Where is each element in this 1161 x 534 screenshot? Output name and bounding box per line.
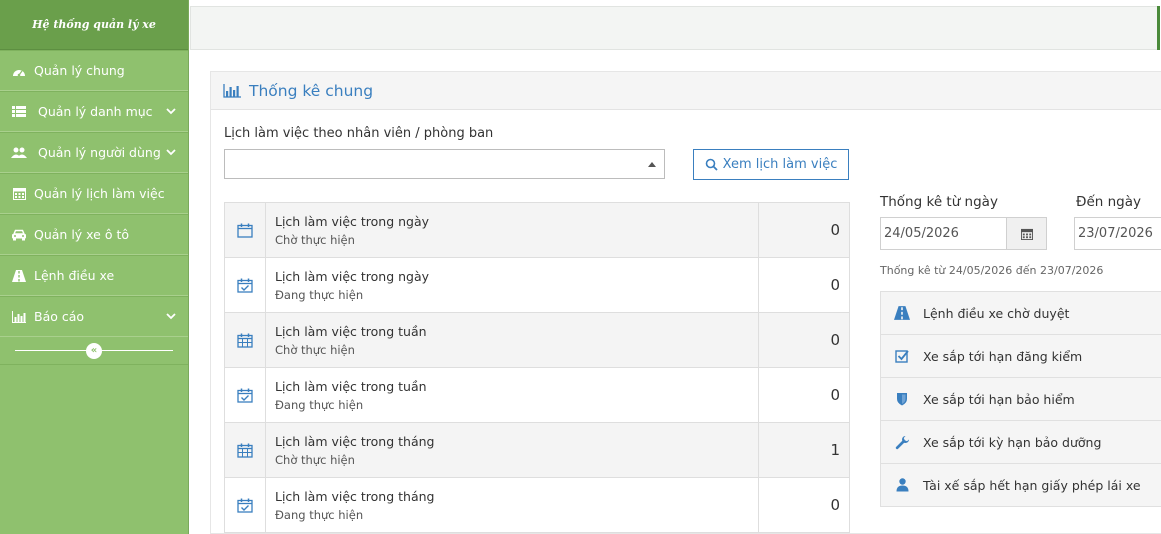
schedule-count: 0 — [830, 331, 840, 349]
schedule-count: 0 — [830, 496, 840, 514]
calendar-grid-icon — [237, 333, 253, 348]
stats-list: Lệnh điều xe chờ duyệt Xe sắp tới hạn đă… — [880, 291, 1161, 507]
schedule-title: Lịch làm việc trong tuần — [275, 378, 427, 394]
nav-item-general[interactable]: Quản lý chung — [0, 50, 188, 91]
bar-chart-icon — [10, 310, 28, 324]
schedule-title: Lịch làm việc trong ngày — [275, 268, 430, 284]
list-item[interactable]: Xe sắp tới hạn bảo hiểm — [881, 378, 1161, 421]
bar-chart-icon — [223, 83, 241, 98]
schedule-status: Chờ thực hiện — [275, 342, 355, 357]
panel-title: Thống kê chung — [249, 81, 374, 100]
app-root: Hệ thống quản lý xe Quản lý chung Quản l… — [0, 0, 1161, 534]
table-row[interactable]: Lịch làm việc trong ngày Đang thực hiện 0 — [225, 258, 849, 313]
calendar-grid-icon — [237, 443, 253, 458]
calendar-icon — [1020, 228, 1033, 240]
panel-header: Thống kê chung — [211, 72, 1161, 110]
top-bar — [190, 6, 1158, 50]
stat-label: Lệnh điều xe chờ duyệt — [923, 305, 1070, 321]
schedule-table: Lịch làm việc trong ngày Chờ thực hiện 0 … — [224, 202, 850, 533]
to-date-input[interactable]: 23/07/2026 — [1074, 217, 1161, 250]
car-icon — [10, 228, 28, 242]
sidebar: Hệ thống quản lý xe Quản lý chung Quản l… — [0, 0, 189, 534]
calendar-check-icon — [237, 388, 253, 403]
shield-icon — [897, 393, 907, 406]
from-date-input[interactable]: 24/05/2026 — [880, 217, 1007, 250]
chevron-down-icon — [166, 108, 176, 115]
schedule-title: Lịch làm việc trong tháng — [275, 433, 435, 449]
table-row[interactable]: Lịch làm việc trong tuần Đang thực hiện 0 — [225, 368, 849, 423]
road-icon — [894, 306, 910, 320]
schedule-status: Đang thực hiện — [275, 397, 364, 412]
list-item[interactable]: Xe sắp tới kỳ hạn bảo dưỡng — [881, 421, 1161, 464]
list-icon — [10, 105, 28, 119]
schedule-status: Chờ thực hiện — [275, 452, 355, 467]
user-icon — [896, 478, 908, 492]
calendar-check-icon — [237, 498, 253, 513]
stat-label: Xe sắp tới kỳ hạn bảo dưỡng — [923, 434, 1102, 450]
stat-label: Xe sắp tới hạn bảo hiểm — [923, 391, 1075, 407]
table-row[interactable]: Lịch làm việc trong tháng Chờ thực hiện 1 — [225, 423, 849, 478]
employee-department-select[interactable] — [224, 149, 665, 179]
nav-item-schedule[interactable]: Quản lý lịch làm việc — [0, 173, 188, 214]
view-schedule-label: Xem lịch làm việc — [722, 157, 838, 172]
schedule-status: Chờ thực hiện — [275, 232, 355, 247]
schedule-count: 1 — [830, 441, 840, 459]
table-row[interactable]: Lịch làm việc trong tháng Đang thực hiện … — [225, 478, 849, 533]
nav-item-dispatch[interactable]: Lệnh điều xe — [0, 255, 188, 296]
nav-label: Quản lý người dùng — [38, 145, 161, 160]
brand-title[interactable]: Hệ thống quản lý xe — [0, 0, 188, 50]
schedule-status: Đang thực hiện — [275, 507, 364, 522]
nav-label: Quản lý lịch làm việc — [34, 186, 165, 201]
nav-label: Quản lý xe ô tô — [34, 227, 130, 242]
table-row[interactable]: Lịch làm việc trong ngày Chờ thực hiện 0 — [225, 203, 849, 258]
chevron-down-icon — [166, 149, 176, 156]
list-item[interactable]: Tài xế sắp hết hạn giấy phép lái xe — [881, 464, 1161, 507]
road-icon — [10, 269, 28, 283]
from-date-label: Thống kê từ ngày — [880, 194, 998, 210]
schedule-count: 0 — [830, 221, 840, 239]
schedule-filter-label: Lịch làm việc theo nhân viên / phòng ban — [224, 126, 494, 141]
nav-item-cars[interactable]: Quản lý xe ô tô — [0, 214, 188, 255]
schedule-title: Lịch làm việc trong tuần — [275, 323, 427, 339]
nav-item-reports[interactable]: Báo cáo — [0, 296, 188, 337]
stat-label: Xe sắp tới hạn đăng kiểm — [923, 348, 1083, 364]
schedule-count: 0 — [830, 386, 840, 404]
calendar-icon — [237, 223, 253, 238]
sidebar-collapse-button[interactable]: « — [86, 343, 102, 359]
nav-label: Quản lý chung — [34, 63, 125, 78]
list-item[interactable]: Xe sắp tới hạn đăng kiểm — [881, 335, 1161, 378]
nav-item-users[interactable]: Quản lý người dùng — [0, 132, 188, 173]
wrench-icon — [895, 435, 909, 449]
stats-range-text: Thống kê từ 24/05/2026 đến 23/07/2026 — [880, 264, 1104, 277]
nav-label: Báo cáo — [34, 309, 85, 324]
schedule-title: Lịch làm việc trong ngày — [275, 213, 430, 229]
to-date-label: Đến ngày — [1076, 194, 1142, 210]
chevron-down-icon — [166, 313, 176, 320]
schedule-status: Đang thực hiện — [275, 287, 364, 302]
caret-up-icon — [648, 162, 656, 167]
users-icon — [10, 146, 28, 160]
nav-item-categories[interactable]: Quản lý danh mục — [0, 91, 188, 132]
top-bar-edge — [1157, 6, 1160, 50]
calendar-picker-button[interactable] — [1007, 217, 1047, 250]
general-stats-panel: Thống kê chung Lịch làm việc theo nhân v… — [210, 71, 1161, 534]
table-row[interactable]: Lịch làm việc trong tuần Chờ thực hiện 0 — [225, 313, 849, 368]
search-icon — [705, 158, 718, 171]
calendar-icon — [10, 187, 28, 201]
sidebar-collapse-row: « — [0, 337, 188, 365]
view-schedule-button[interactable]: Xem lịch làm việc — [693, 149, 849, 180]
list-item[interactable]: Lệnh điều xe chờ duyệt — [881, 292, 1161, 335]
dashboard-icon — [10, 64, 28, 78]
stat-label: Tài xế sắp hết hạn giấy phép lái xe — [923, 477, 1141, 493]
nav-label: Quản lý danh mục — [38, 104, 153, 119]
calendar-check-icon — [237, 278, 253, 293]
check-square-icon — [895, 350, 909, 363]
schedule-count: 0 — [830, 276, 840, 294]
nav-label: Lệnh điều xe — [34, 268, 115, 283]
schedule-title: Lịch làm việc trong tháng — [275, 488, 435, 504]
